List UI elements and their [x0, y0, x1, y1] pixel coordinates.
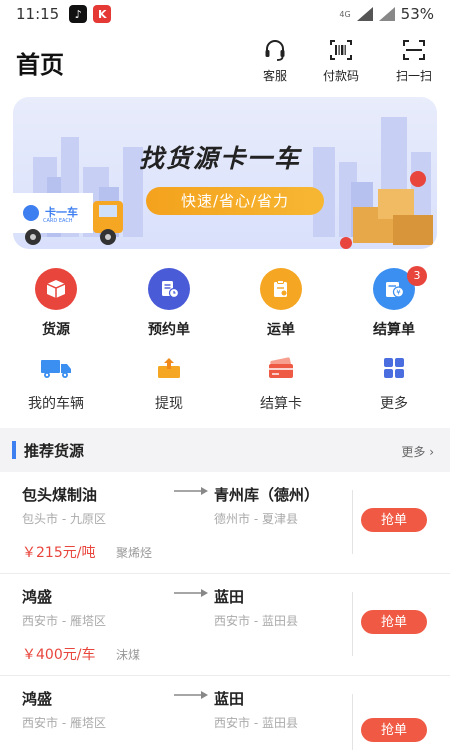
origin-area: 西安市 - 雁塔区 — [22, 614, 106, 628]
truck-icon — [11, 353, 101, 383]
destination-area: 西安市 - 蓝田县 — [214, 716, 298, 730]
grab-order-button[interactable]: 抢单 — [361, 508, 427, 532]
card-icon — [236, 353, 326, 383]
headset-icon — [265, 40, 285, 61]
status-bar: 11:15 ♪ K 4G 53% — [0, 0, 450, 28]
signal-icon-2 — [378, 7, 395, 21]
network-type: 4G — [339, 9, 351, 19]
scan-button[interactable]: 扫一扫 — [384, 38, 444, 84]
recommended-section-header: 推荐货源 更多 › — [0, 428, 450, 472]
destination-name: 青州库（德州） — [214, 486, 320, 504]
settlement-badge: 3 — [407, 266, 427, 286]
payment-code-button[interactable]: 付款码 — [311, 38, 371, 84]
category-settlement-label: 结算单 — [373, 322, 415, 338]
shortcut-withdraw-label: 提现 — [155, 396, 183, 412]
route-arrow-icon — [174, 487, 208, 495]
origin-name: 鸿盛 — [22, 588, 53, 606]
destination-name: 蓝田 — [214, 588, 245, 606]
section-accent-bar — [12, 441, 16, 459]
shortcut-settlement-card[interactable]: 结算卡 — [236, 353, 326, 413]
goods-type: 沫煤 — [116, 648, 141, 662]
promo-banner[interactable]: 卡一车 CARD EACH 找货源卡一车 快速/省心/省力 — [13, 97, 437, 249]
destination-name: 蓝田 — [214, 690, 245, 708]
section-title: 推荐货源 — [24, 442, 85, 460]
route-arrow-icon — [174, 691, 208, 699]
battery-level: 53% — [400, 5, 434, 23]
section-more-link[interactable]: 更多 › — [401, 443, 434, 460]
divider — [352, 592, 353, 656]
signal-icon — [356, 7, 373, 21]
scan-label: 扫一扫 — [395, 69, 432, 83]
category-waybill-label: 运单 — [267, 322, 295, 338]
truck-brand-en: CARD EACH — [43, 218, 73, 224]
home-screen: 11:15 ♪ K 4G 53% 首页 客服 付款码 扫一扫 卡一车 CARD … — [0, 0, 450, 750]
category-cargo-label: 货源 — [42, 322, 70, 338]
shortcut-row: 我的车辆 提现 结算卡 更多 — [0, 353, 450, 413]
list-item[interactable]: 鸿盛 蓝田 西安市 - 雁塔区 西安市 - 蓝田县 ￥400元/车 沫煤 抢单 — [0, 574, 450, 676]
main-categories: 货源 预约单 运单 ¥ 3 结算单 — [0, 266, 450, 339]
banner-title: 找货源卡一车 — [139, 144, 302, 173]
tiktok-notification-icon: ♪ — [69, 5, 88, 23]
scan-icon — [403, 40, 425, 60]
cargo-box-icon — [35, 268, 77, 310]
shortcut-more-label: 更多 — [380, 396, 408, 412]
status-time: 11:15 — [16, 5, 60, 23]
payment-code-label: 付款码 — [322, 69, 359, 83]
status-right: 4G 53% — [339, 5, 434, 23]
category-cargo[interactable]: 货源 — [11, 268, 101, 339]
appointment-doc-icon — [148, 268, 190, 310]
customer-service-label: 客服 — [262, 69, 287, 83]
k-app-notification-icon: K — [93, 5, 112, 23]
header: 首页 客服 付款码 扫一扫 — [0, 34, 450, 90]
shortcut-more[interactable]: 更多 — [349, 353, 439, 413]
origin-area: 西安市 - 雁塔区 — [22, 716, 106, 730]
route-arrow-icon — [174, 589, 208, 597]
svg-text:¥: ¥ — [396, 289, 401, 297]
banner-subtitle: 快速/省心/省力 — [146, 187, 324, 215]
page-title: 首页 — [16, 51, 64, 79]
grab-order-button[interactable]: 抢单 — [361, 718, 427, 742]
customer-service-button[interactable]: 客服 — [245, 38, 305, 84]
freight-price: ￥400元/车 — [22, 647, 96, 663]
list-item[interactable]: 包头煤制油 青州库（德州） 包头市 - 九原区 德州市 - 夏津县 ￥215元/… — [0, 472, 450, 574]
category-appointment-label: 预约单 — [148, 322, 190, 338]
withdraw-icon — [124, 353, 214, 383]
origin-area: 包头市 - 九原区 — [22, 512, 106, 526]
category-waybill[interactable]: 运单 — [236, 268, 326, 339]
goods-type: 聚烯烃 — [116, 546, 153, 560]
grid-icon — [349, 353, 439, 383]
freight-price: ￥215元/吨 — [22, 545, 96, 561]
waybill-icon — [260, 268, 302, 310]
origin-name: 鸿盛 — [22, 690, 53, 708]
divider — [352, 694, 353, 750]
divider — [352, 490, 353, 554]
shortcut-my-vehicles[interactable]: 我的车辆 — [11, 353, 101, 413]
destination-area: 西安市 - 蓝田县 — [214, 614, 298, 628]
category-appointment[interactable]: 预约单 — [124, 268, 214, 339]
category-settlement[interactable]: ¥ 3 结算单 — [349, 266, 439, 339]
shortcut-withdraw[interactable]: 提现 — [124, 353, 214, 413]
origin-name: 包头煤制油 — [22, 486, 98, 504]
shortcut-settlement-card-label: 结算卡 — [260, 396, 302, 412]
barcode-icon — [330, 40, 352, 60]
destination-area: 德州市 - 夏津县 — [214, 512, 298, 526]
shortcut-my-vehicles-label: 我的车辆 — [28, 396, 84, 412]
list-item[interactable]: 鸿盛 蓝田 西安市 - 雁塔区 西安市 - 蓝田县 抢单 — [0, 676, 450, 750]
grab-order-button[interactable]: 抢单 — [361, 610, 427, 634]
